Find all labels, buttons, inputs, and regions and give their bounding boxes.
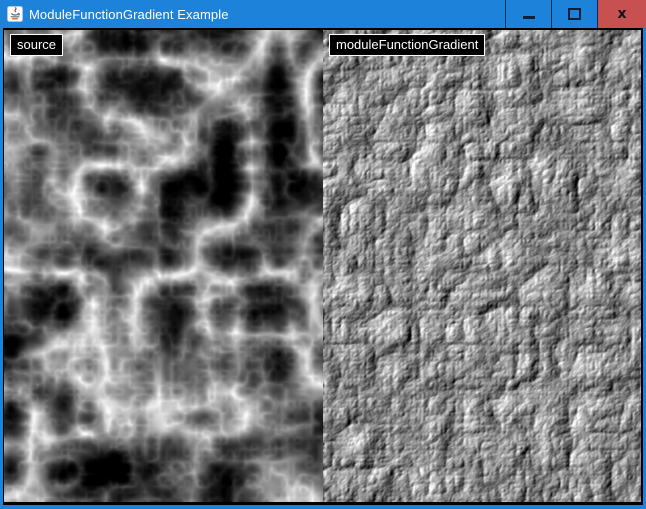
minimize-icon (523, 16, 535, 19)
window-title: ModuleFunctionGradient Example (29, 6, 229, 22)
source-label: source (10, 34, 63, 56)
window-controls: x (505, 0, 646, 28)
java-coffee-cup-icon[interactable] (7, 6, 23, 22)
gradient-image (323, 30, 641, 502)
content-area: source moduleFunctionGradient (3, 28, 643, 505)
close-icon: x (617, 7, 626, 21)
titlebar[interactable]: ModuleFunctionGradient Example x (0, 0, 646, 28)
maximize-icon (568, 8, 581, 20)
maximize-button[interactable] (551, 0, 597, 28)
source-image (4, 30, 323, 502)
close-button[interactable]: x (597, 0, 646, 28)
gradient-label: moduleFunctionGradient (329, 34, 485, 56)
minimize-button[interactable] (505, 0, 551, 28)
